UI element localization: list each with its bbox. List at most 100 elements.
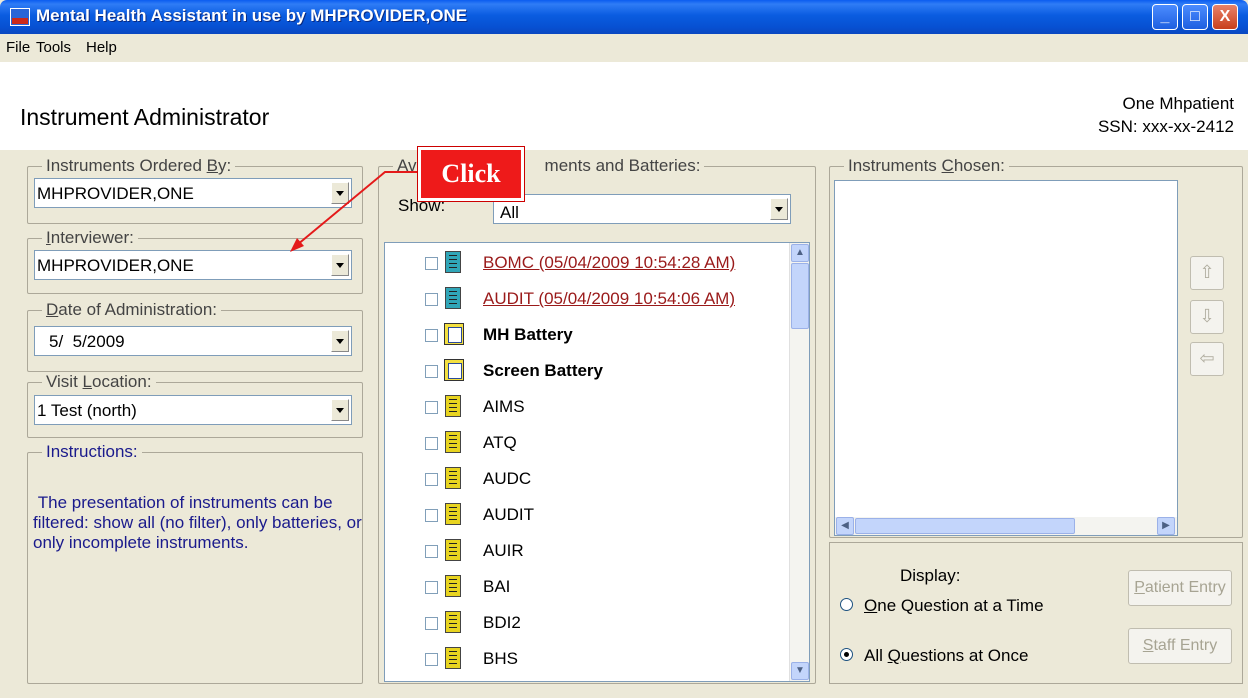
arrow-up-icon: ⇧ bbox=[1199, 262, 1215, 282]
instrument-label: AUIR bbox=[483, 541, 524, 560]
document-icon bbox=[445, 395, 461, 417]
document-icon bbox=[445, 287, 461, 309]
interviewer-label: Interviewer: bbox=[42, 228, 138, 248]
list-item[interactable]: BDI2 bbox=[425, 607, 785, 643]
instrument-label: AUDIT bbox=[483, 505, 534, 524]
patient-ssn: SSN: xxx-xx-2412 bbox=[1097, 117, 1234, 136]
header: Instrument Administrator One Mhpatient S… bbox=[0, 62, 1248, 150]
date-picker[interactable]: 5/ 5/2009 bbox=[34, 326, 352, 356]
hscroll-thumb[interactable] bbox=[855, 518, 1075, 534]
document-icon bbox=[445, 539, 461, 561]
show-filter-select[interactable]: All bbox=[493, 194, 791, 224]
scroll-down-icon[interactable]: ▼ bbox=[791, 662, 809, 680]
instructions-group: Instructions: The presentation of instru… bbox=[27, 442, 363, 684]
battery-icon bbox=[444, 323, 464, 345]
one-question-label: One Question at a Time bbox=[864, 596, 1044, 615]
remove-button[interactable]: ⇦ bbox=[1190, 342, 1224, 376]
close-button[interactable]: X bbox=[1212, 4, 1238, 30]
chevron-down-icon[interactable] bbox=[770, 198, 788, 220]
document-icon bbox=[445, 575, 461, 597]
location-label: Visit Location: bbox=[42, 372, 156, 392]
arrow-left-icon: ⇦ bbox=[1199, 348, 1215, 368]
scroll-right-icon[interactable]: ▶ bbox=[1157, 517, 1175, 535]
instrument-checkbox[interactable] bbox=[425, 257, 438, 270]
list-item[interactable]: AUDC bbox=[425, 463, 785, 499]
instrument-checkbox[interactable] bbox=[425, 581, 438, 594]
instrument-checkbox[interactable] bbox=[425, 653, 438, 666]
chevron-down-icon[interactable] bbox=[331, 182, 349, 204]
chosen-label: Instruments Chosen: bbox=[844, 156, 1009, 176]
instrument-checkbox[interactable] bbox=[425, 401, 438, 414]
date-label: Date of Administration: bbox=[42, 300, 222, 320]
document-icon bbox=[445, 431, 461, 453]
instrument-checkbox[interactable] bbox=[425, 473, 438, 486]
list-item[interactable]: AIMS bbox=[425, 391, 785, 427]
chevron-down-icon[interactable] bbox=[331, 254, 349, 276]
list-item[interactable]: BHS bbox=[425, 643, 785, 679]
move-up-button[interactable]: ⇧ bbox=[1190, 256, 1224, 290]
patient-name: One Mhpatient bbox=[1122, 94, 1234, 113]
ordered-by-select[interactable]: MHPROVIDER,ONE bbox=[34, 178, 352, 208]
menu-bar: File Tools Help bbox=[0, 34, 1248, 62]
instrument-checkbox[interactable] bbox=[425, 509, 438, 522]
list-item[interactable]: AUDIT bbox=[425, 499, 785, 535]
list-item[interactable]: MH Battery bbox=[425, 319, 785, 355]
chosen-list[interactable]: ◀ ▶ bbox=[834, 180, 1178, 536]
battery-icon bbox=[444, 359, 464, 381]
instrument-checkbox[interactable] bbox=[425, 329, 438, 342]
list-item[interactable]: AUDIT (05/04/2009 10:54:06 AM) bbox=[425, 283, 785, 319]
document-icon bbox=[445, 503, 461, 525]
all-questions-label: All Questions at Once bbox=[864, 646, 1029, 665]
page-title: Instrument Administrator bbox=[20, 104, 270, 130]
menu-file[interactable]: File bbox=[6, 39, 30, 56]
move-down-button[interactable]: ⇩ bbox=[1190, 300, 1224, 334]
scroll-left-icon[interactable]: ◀ bbox=[836, 517, 854, 535]
menu-tools[interactable]: Tools bbox=[36, 39, 71, 56]
staff-entry-button[interactable]: Staff Entry bbox=[1128, 628, 1232, 664]
list-item[interactable]: AUIR bbox=[425, 535, 785, 571]
available-list[interactable]: BOMC (05/04/2009 10:54:28 AM) AUDIT (05/0… bbox=[384, 242, 810, 682]
instrument-checkbox[interactable] bbox=[425, 437, 438, 450]
document-icon bbox=[445, 467, 461, 489]
scroll-thumb[interactable] bbox=[791, 263, 809, 329]
patient-entry-button[interactable]: Patient Entry bbox=[1128, 570, 1232, 606]
title-bar: Mental Health Assistant in use by MHPROV… bbox=[0, 0, 1248, 34]
instrument-label: AUDC bbox=[483, 469, 532, 488]
location-select[interactable]: 1 Test (north) bbox=[34, 395, 352, 425]
instrument-label: AUDIT (05/04/2009 10:54:06 AM) bbox=[483, 289, 736, 308]
instrument-label: AIMS bbox=[483, 397, 525, 416]
instrument-checkbox[interactable] bbox=[425, 365, 438, 378]
instrument-checkbox[interactable] bbox=[425, 545, 438, 558]
document-icon bbox=[445, 611, 461, 633]
chevron-down-icon[interactable] bbox=[331, 399, 349, 421]
scroll-up-icon[interactable]: ▲ bbox=[791, 244, 809, 262]
one-question-radio[interactable] bbox=[840, 598, 853, 611]
list-item[interactable]: BAI bbox=[425, 571, 785, 607]
maximize-button[interactable]: □ bbox=[1182, 4, 1208, 30]
instrument-label: BHS bbox=[483, 649, 518, 668]
click-callout: Click bbox=[417, 146, 525, 202]
instrument-checkbox[interactable] bbox=[425, 293, 438, 306]
instrument-label: BDI2 bbox=[483, 613, 521, 632]
document-icon bbox=[445, 647, 461, 669]
list-item[interactable]: Screen Battery bbox=[425, 355, 785, 391]
app-icon bbox=[10, 8, 30, 26]
document-icon bbox=[445, 251, 461, 273]
instrument-label: ATQ bbox=[483, 433, 517, 452]
chosen-hscrollbar[interactable]: ◀ ▶ bbox=[835, 517, 1177, 535]
instrument-label: MH Battery bbox=[483, 325, 573, 344]
list-item[interactable]: BOMC (05/04/2009 10:54:28 AM) bbox=[425, 247, 785, 283]
list-scrollbar[interactable]: ▲ ▼ bbox=[789, 243, 809, 681]
ordered-by-label: Instruments Ordered By: bbox=[42, 156, 236, 176]
instrument-label: Screen Battery bbox=[483, 361, 604, 380]
interviewer-select[interactable]: MHPROVIDER,ONE bbox=[34, 250, 352, 280]
list-item[interactable]: ATQ bbox=[425, 427, 785, 463]
instrument-checkbox[interactable] bbox=[425, 617, 438, 630]
display-label: Display: bbox=[900, 566, 961, 585]
all-questions-radio[interactable] bbox=[840, 648, 853, 661]
chevron-down-icon[interactable] bbox=[331, 330, 349, 352]
menu-help[interactable]: Help bbox=[86, 39, 117, 56]
arrow-down-icon: ⇩ bbox=[1199, 306, 1215, 326]
window-title: Mental Health Assistant in use by MHPROV… bbox=[36, 6, 468, 25]
minimize-button[interactable]: _ bbox=[1152, 4, 1178, 30]
